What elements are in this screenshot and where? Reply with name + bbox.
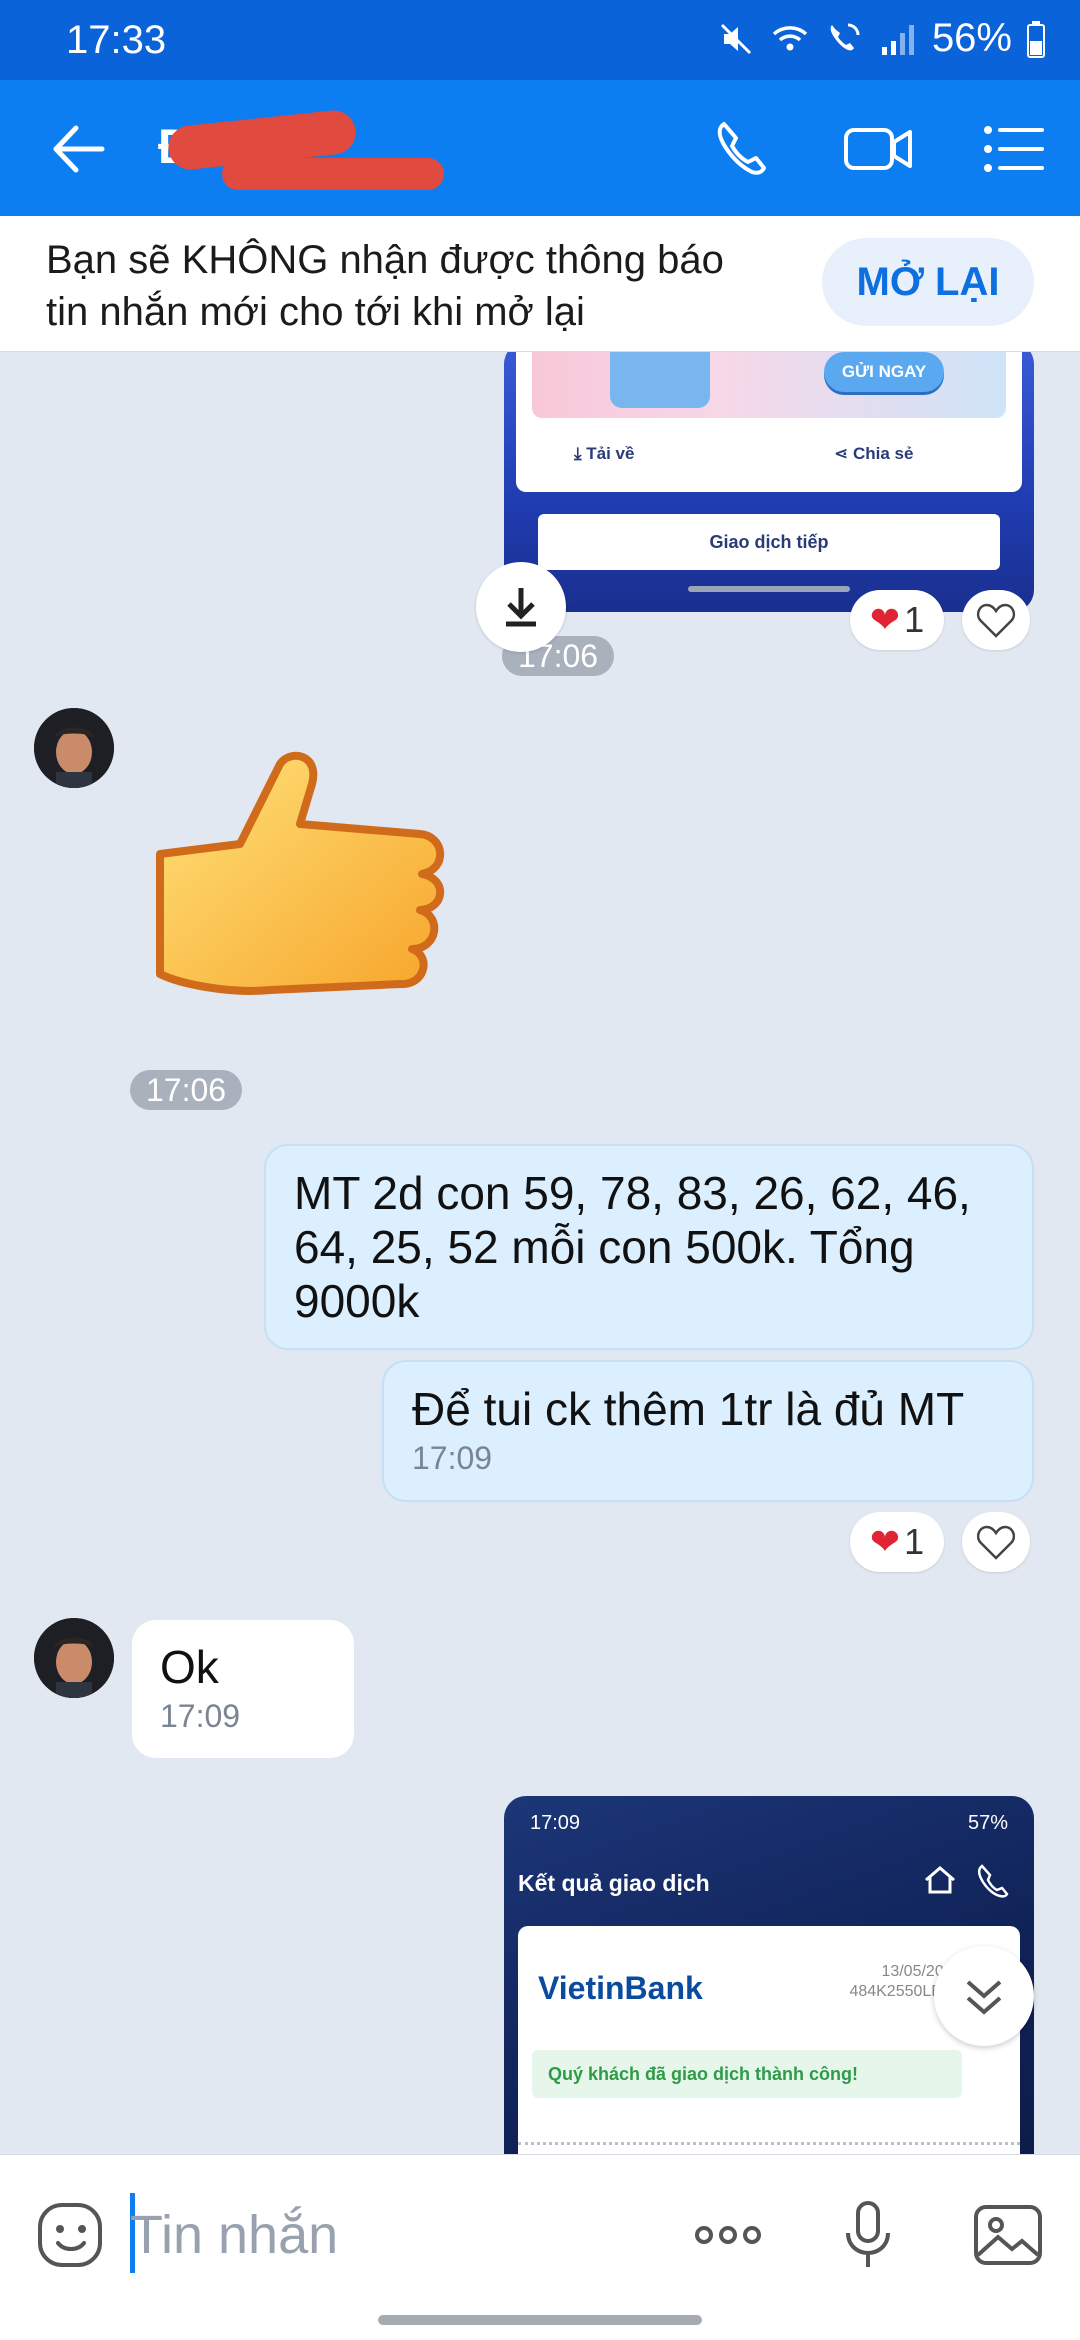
card-body: GỬI NGAY ⤓ Tải về ⋖ Chia sẻ: [516, 352, 1022, 492]
share-action: ⋖ Chia sẻ: [834, 444, 913, 464]
sticker-emoji-icon[interactable]: [34, 2197, 110, 2273]
battery-percent: 56%: [931, 16, 1012, 60]
message-input[interactable]: Tin nhắn: [130, 2199, 650, 2271]
promo-phone-graphic: [610, 352, 710, 408]
redaction-mark: [222, 158, 444, 190]
timestamp-pill: 17:06: [130, 1070, 243, 1110]
heart-outline-icon: [976, 603, 1016, 638]
more-options-icon[interactable]: [690, 2197, 766, 2273]
gallery-image-icon[interactable]: [970, 2197, 1046, 2273]
bank-logo: VietinBank: [538, 1970, 703, 2006]
notice-line: tin nhắn mới cho tới khi mở lại: [46, 290, 585, 334]
send-now-button: GỬI NGAY: [824, 352, 944, 392]
mute-notice: Bạn sẽ KHÔNG nhận được thông báo tin nhắ…: [0, 216, 1080, 352]
receipt-status-battery: 57%: [967, 1812, 1008, 1834]
wifi-calling-icon: [830, 23, 860, 50]
promo-banner: GỬI NGAY: [532, 352, 1006, 418]
continue-transaction-button: Giao dịch tiếp: [538, 514, 1000, 570]
reaction-count: 1: [904, 1521, 925, 1562]
heart-filled-icon: ❤: [869, 599, 901, 640]
download-action-label: Tải về: [586, 444, 635, 463]
phone-call-icon[interactable]: [708, 114, 778, 184]
avatar[interactable]: [34, 1618, 114, 1698]
reaction-badge[interactable]: ❤ 1: [850, 1512, 944, 1572]
share-action-label: Chia sẻ: [852, 444, 914, 463]
heart-outline-icon: [976, 1525, 1016, 1560]
react-button[interactable]: [962, 1512, 1030, 1572]
chat-area[interactable]: GỬI NGAY ⤓ Tải về ⋖ Chia sẻ Giao dịch ti…: [0, 352, 1080, 2154]
mute-icon: [720, 23, 751, 54]
mute-notice-text: Bạn sẽ KHÔNG nhận được thông báo tin nhắ…: [46, 234, 806, 338]
signal-icon: [881, 24, 914, 55]
shared-image-card[interactable]: GỬI NGAY ⤓ Tải về ⋖ Chia sẻ Giao dịch ti…: [504, 352, 1034, 612]
outgoing-message[interactable]: Để tui ck thêm 1tr là đủ MT 17:09: [382, 1360, 1034, 1502]
status-time: 17:33: [66, 18, 167, 62]
menu-list-icon[interactable]: [980, 114, 1050, 184]
message-text: MT 2d con 59, 78, 83, 26, 62, 46, 64, 25…: [294, 1167, 971, 1327]
thumbs-up-sticker[interactable]: [150, 744, 450, 1024]
heart-filled-icon: ❤: [869, 1521, 901, 1562]
wifi-icon: [772, 25, 808, 50]
reaction-count: 1: [904, 599, 925, 640]
home-icon: [925, 1866, 955, 1894]
notice-line: Bạn sẽ KHÔNG nhận được thông báo: [46, 238, 724, 282]
message-text: Để tui ck thêm 1tr là đủ MT: [412, 1383, 965, 1435]
microphone-icon[interactable]: [830, 2197, 906, 2273]
message-text: Ok: [160, 1641, 219, 1693]
reaction-badge[interactable]: ❤ 1: [850, 590, 944, 650]
video-call-icon[interactable]: [844, 114, 914, 184]
home-indicator: [378, 2315, 702, 2325]
receipt-status-time: 17:09: [530, 1812, 581, 1834]
avatar[interactable]: [34, 708, 114, 788]
double-chevron-down-icon: [966, 1980, 1002, 2015]
success-banner: Quý khách đã giao dịch thành công!: [532, 2050, 962, 2098]
message-time: 17:09: [412, 1440, 493, 1476]
reopen-notifications-button[interactable]: MỞ LẠI: [822, 238, 1034, 326]
download-action: ⤓ Tải về: [574, 444, 634, 464]
share-icon: ⋖: [834, 444, 853, 463]
download-button[interactable]: [476, 562, 566, 652]
incoming-message[interactable]: Ok 17:09: [132, 1620, 354, 1758]
download-icon: [506, 588, 536, 627]
status-icons: 56%: [716, 16, 1046, 61]
message-time: 17:09: [160, 1698, 241, 1734]
download-small-icon: ⤓: [574, 444, 587, 463]
chat-header: Đ: [0, 80, 1080, 216]
dotted-divider: [518, 2142, 1020, 2145]
card-scroll-indicator: [688, 586, 850, 592]
scroll-to-bottom-button[interactable]: [934, 1946, 1034, 2046]
battery-icon: [1027, 20, 1045, 58]
receipt-title: Kết quả giao dịch: [518, 1870, 710, 1896]
message-composer: Tin nhắn: [0, 2154, 1080, 2340]
status-bar: 17:33 56%: [0, 0, 1080, 80]
react-button[interactable]: [962, 590, 1030, 650]
outgoing-message[interactable]: MT 2d con 59, 78, 83, 26, 62, 46, 64, 25…: [264, 1144, 1034, 1350]
phone-icon: [977, 1864, 1009, 1898]
back-arrow-icon[interactable]: [44, 114, 114, 184]
